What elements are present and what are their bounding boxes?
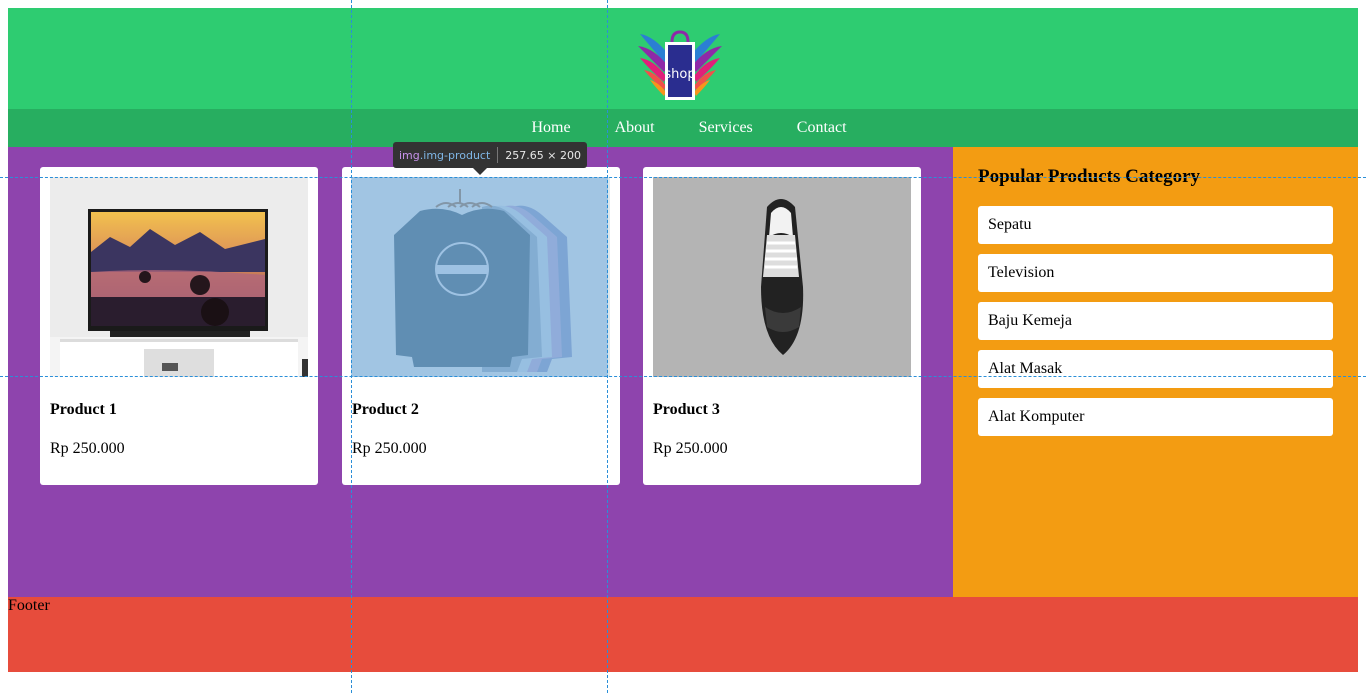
category-item-television[interactable]: Television xyxy=(978,254,1333,292)
site-header: shop xyxy=(8,8,1358,109)
product-card[interactable]: Product 1 Rp 250.000 xyxy=(40,167,318,485)
inspect-highlight xyxy=(351,177,608,377)
category-item-alat-komputer[interactable]: Alat Komputer xyxy=(978,398,1333,436)
inspect-tooltip: img .img-product 257.65 × 200 xyxy=(393,142,587,168)
nav-link-home[interactable]: Home xyxy=(531,119,570,137)
inspect-divider xyxy=(497,147,499,163)
shop-logo[interactable]: shop xyxy=(632,26,728,102)
product-price: Rp 250.000 xyxy=(352,440,427,457)
product-card[interactable]: Product 3 Rp 250.000 xyxy=(643,167,921,485)
footer-text: Footer xyxy=(8,597,50,614)
main-nav: Home About Services Contact xyxy=(8,109,1358,147)
product-price: Rp 250.000 xyxy=(50,440,125,457)
inspect-dimensions: 257.65 × 200 xyxy=(505,148,581,162)
logo-text: shop xyxy=(664,67,695,82)
inspect-tag: img xyxy=(399,148,420,162)
inspect-tooltip-arrow xyxy=(473,168,487,175)
television-icon xyxy=(50,177,308,377)
nav-link-contact[interactable]: Contact xyxy=(797,119,847,137)
product-title[interactable]: Product 2 xyxy=(352,401,419,419)
inspect-guide-line xyxy=(0,376,1366,377)
product-title[interactable]: Product 1 xyxy=(50,401,117,419)
nav-link-services[interactable]: Services xyxy=(699,119,753,137)
category-item-sepatu[interactable]: Sepatu xyxy=(978,206,1333,244)
category-item-alat-masak[interactable]: Alat Masak xyxy=(978,350,1333,388)
category-item-baju-kemeja[interactable]: Baju Kemeja xyxy=(978,302,1333,340)
nav-link-about[interactable]: About xyxy=(615,119,655,137)
product-price: Rp 250.000 xyxy=(653,440,728,457)
inspect-guide-line xyxy=(0,177,1366,178)
product-image-television[interactable] xyxy=(50,177,308,377)
sidebar: Popular Products Category Sepatu Televis… xyxy=(953,147,1358,597)
inspect-class: .img-product xyxy=(419,148,491,162)
inspect-guide-line xyxy=(351,0,352,693)
sneaker-icon xyxy=(653,177,911,377)
inspect-guide-line xyxy=(607,0,608,693)
product-image-sneaker[interactable] xyxy=(653,177,911,377)
product-title[interactable]: Product 3 xyxy=(653,401,720,419)
site-footer: Footer xyxy=(8,597,1358,672)
category-list: Sepatu Television Baju Kemeja Alat Masak… xyxy=(978,206,1333,446)
